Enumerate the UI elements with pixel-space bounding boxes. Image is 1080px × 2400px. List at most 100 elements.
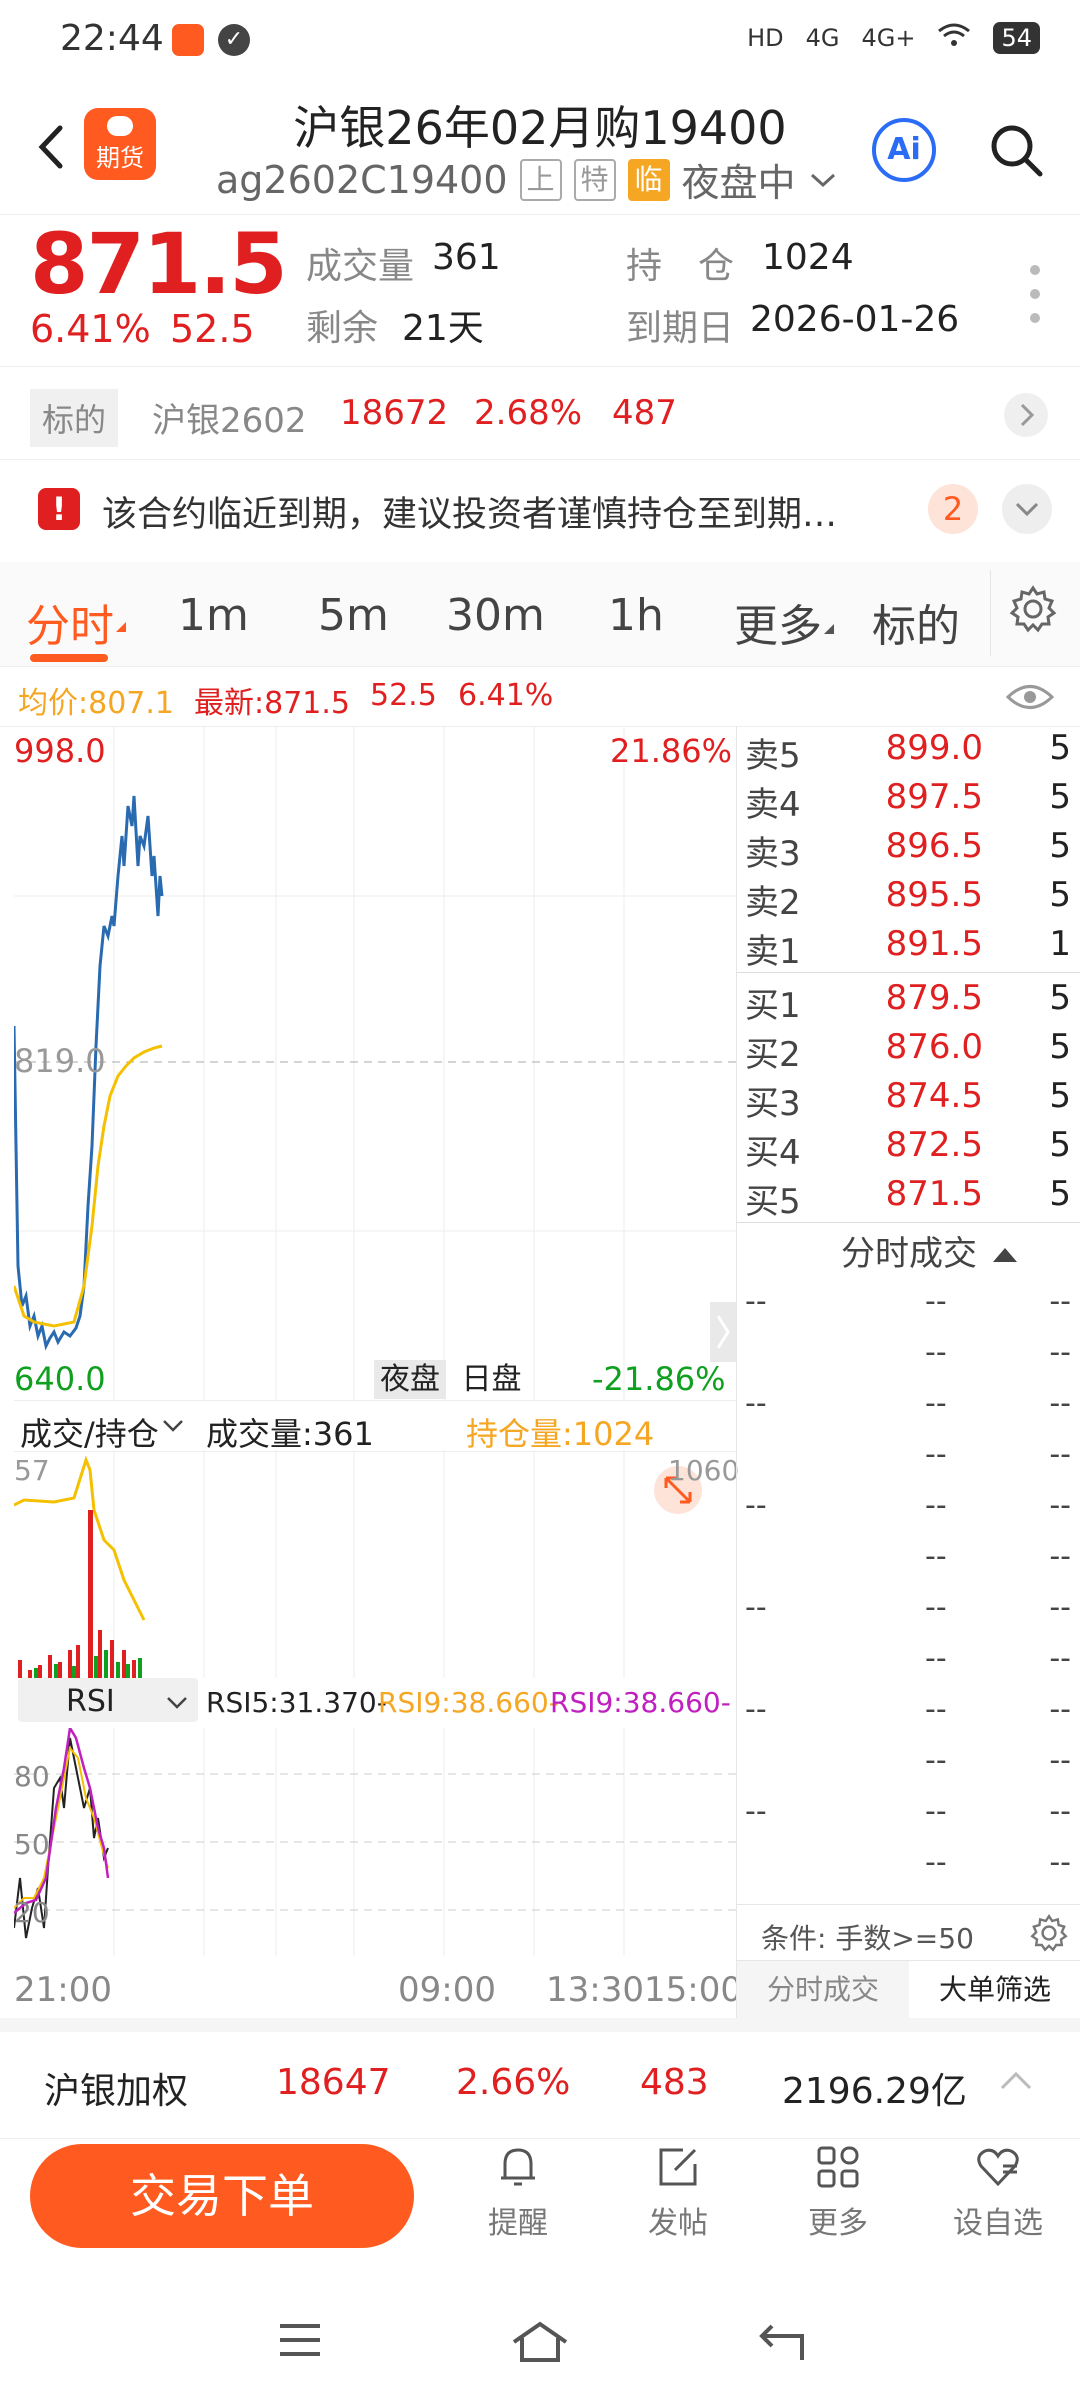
back-icon[interactable] [28,122,78,172]
signal2-icon: 4G+ [861,24,916,52]
indicator-line: 均价:807.1 最新:871.5 52.5 6.41% [0,666,1080,727]
filter-condition[interactable]: 条件: 手数>=50 [737,1904,1080,1961]
tab-underlying[interactable]: 标的 [872,590,960,654]
status-bar: 22:44 ✓ HD 4G 4G+ 54 [0,0,1080,84]
grid-icon [817,2146,859,2188]
index-ticker[interactable]: 沪银加权 18647 2.66% 483 2196.29亿 [0,2018,1080,2139]
time-axis: 21:00 09:00 13:30 15:00 [14,1958,742,2018]
volume-right-max: 1060 [668,1454,740,1487]
avg-price: 均价:807.1 [18,686,174,721]
bid-row-3[interactable]: 买3 874.5 5 [737,1076,1080,1124]
underlying-label: 标的 [30,389,119,447]
change-value: 52.5 [170,307,255,351]
pct-low-label: -21.86% [592,1360,726,1398]
tab-ticks[interactable]: 分时成交 [737,1961,909,2019]
rsi-selector[interactable]: RSI [66,1684,115,1719]
rsi-level-20: 20 [14,1896,50,1929]
contract-subtitle: ag2602C19400 上 特 临 夜盘中 [216,152,876,207]
header: 期货 沪银26年02月购19400 ag2602C19400 上 特 临 夜盘中… [0,84,1080,214]
ticker-price: 18647 [276,2062,391,2103]
watchlist-button[interactable]: 设自选 [938,2142,1058,2242]
session-status[interactable]: 夜盘中 [682,152,796,207]
ask-row-3[interactable]: 卖3 896.5 5 [737,826,1080,874]
volume-label: 成交量 [306,246,415,287]
rsi-chart[interactable]: 80 50 20 [13,1724,736,1956]
side-handle[interactable] [710,1302,736,1362]
remaining-label: 剩余 [306,308,379,349]
ask-row-4[interactable]: 卖4 897.5 5 [737,777,1080,825]
position-value-label: 持仓量:1024 [466,1415,655,1453]
eye-icon[interactable] [1006,682,1054,712]
ask-row-1[interactable]: 卖1 891.5 1 [737,924,1080,972]
home-icon[interactable] [510,2320,570,2364]
post-label: 发帖 [648,2206,708,2241]
more-dots-icon[interactable] [1030,265,1040,337]
bid-row-4[interactable]: 买4 872.5 5 [737,1125,1080,1173]
y-high-label: 998.0 [14,732,106,770]
time-tick-afternoon: 13:30 [546,1970,644,2010]
heart-icon [977,2148,1019,2187]
chevron-right-icon[interactable] [1004,393,1048,437]
ticks-title[interactable]: 分时成交 [737,1226,1080,1282]
chevron-down-icon[interactable] [162,1419,184,1433]
tab-1m[interactable]: 1m [178,590,249,641]
chevron-down-icon[interactable] [166,1696,188,1710]
book-tabs: 分时成交 大单筛选 [737,1960,1080,2019]
price-chart-svg [12,725,736,1400]
warning-icon: ! [38,488,80,530]
tick-row: -- -- [925,1743,1071,1778]
volume-selector[interactable]: 成交/持仓 [20,1409,159,1455]
tick-row: -- -- [925,1641,1071,1676]
underlying-row[interactable]: 标的 沪银2602 18672 2.68% 487 [0,366,1080,460]
bid-row-5[interactable]: 买5 871.5 5 [737,1174,1080,1222]
gear-icon[interactable] [1029,1913,1069,1953]
menu-icon[interactable] [276,2320,324,2360]
tick-row: -- -- -- [745,1692,1071,1727]
notice-text: 该合约临近到期，建议投资者谨慎持仓至到期… [102,495,838,535]
tab-intraday[interactable]: 分时 [26,590,114,654]
bell-icon [501,2148,535,2186]
back-nav-icon[interactable] [756,2320,808,2364]
rsi-level-50: 50 [14,1828,50,1861]
ai-assistant-icon[interactable]: Ai [872,118,936,182]
indicator-pct: 6.41% [458,678,554,713]
time-tick-day: 09:00 [398,1970,496,2010]
bid-row-2[interactable]: 买2 876.0 5 [737,1027,1080,1075]
latest-price: 最新:871.5 [194,686,350,721]
gear-icon[interactable] [1008,584,1058,634]
position-label: 持 仓 [626,246,735,287]
tag-exchange: 上 [519,158,562,201]
session-day[interactable]: 日盘 [456,1360,528,1399]
trade-button[interactable]: 交易下单 [30,2144,414,2248]
quote-panel: 871.5 6.41% 52.5 成交量 361 剩余 21天 持 仓 1024… [0,214,1080,367]
chevron-down-icon[interactable] [808,170,838,190]
bid-row-1[interactable]: 买1 879.5 5 [737,978,1080,1026]
book-divider [737,1222,1080,1223]
triangle-up-icon [993,1248,1017,1262]
ask-row-2[interactable]: 卖2 895.5 5 [737,875,1080,923]
position-value: 1024 [762,237,854,278]
tab-more[interactable]: 更多 [734,590,822,654]
ticker-name: 沪银加权 [44,2071,189,2112]
tick-row: -- -- -- [745,1488,1071,1523]
tab-1h[interactable]: 1h [608,590,664,641]
post-button[interactable]: 发帖 [618,2142,738,2242]
hd-icon: HD [747,24,784,52]
intraday-chart[interactable]: 998.0 819.0 640.0 21.86% -21.86% 夜盘 日盘 [12,725,736,1400]
session-night[interactable]: 夜盘 [374,1360,446,1399]
tab-5m[interactable]: 5m [318,590,389,641]
tick-row: -- -- -- [745,1386,1071,1421]
tab-30m[interactable]: 30m [446,590,545,641]
expand-notice-icon[interactable] [1002,484,1052,534]
status-time: 22:44 [60,18,164,59]
tab-big-orders[interactable]: 大单筛选 [909,1961,1080,2019]
more-button[interactable]: 更多 [778,2142,898,2242]
ask-row-5[interactable]: 卖5 899.0 5 [737,728,1080,776]
indicator-change: 52.5 [370,678,437,713]
volume-chart[interactable]: 57 1060 [13,1450,740,1678]
chevron-up-icon[interactable] [998,2070,1034,2092]
search-icon[interactable] [988,122,1044,178]
remind-button[interactable]: 提醒 [458,2142,578,2242]
rsi-level-80: 80 [14,1760,50,1793]
expiry-notice[interactable]: ! 该合约临近到期，建议投资者谨慎持仓至到期… 2 [0,458,1080,574]
